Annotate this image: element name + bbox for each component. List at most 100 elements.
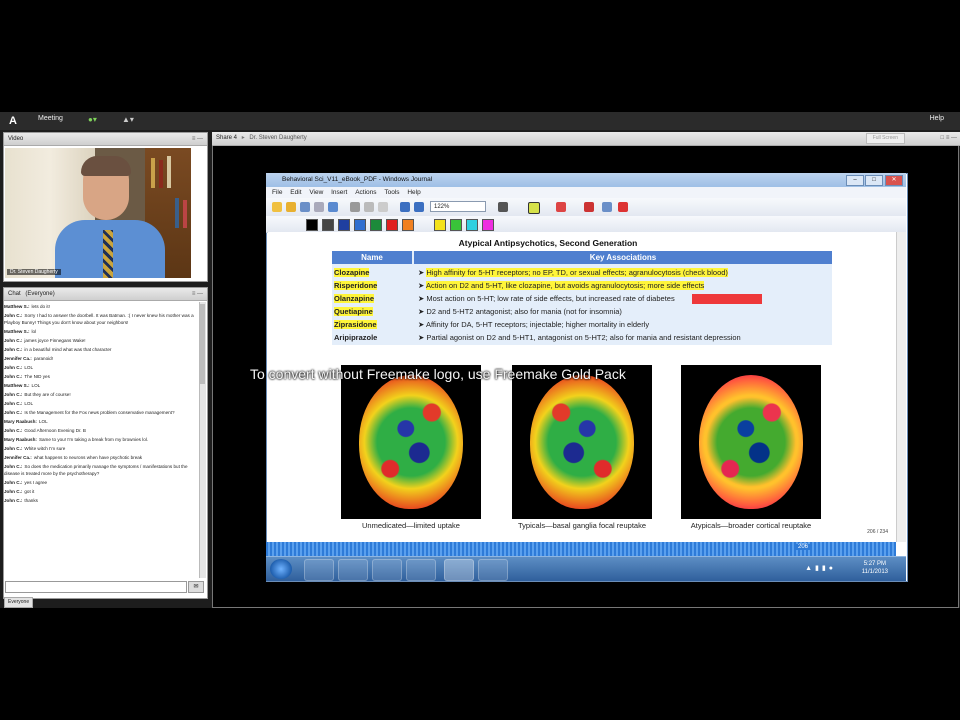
- color-yellow[interactable]: [434, 219, 446, 231]
- chat-author: Mary Raabush:: [4, 419, 37, 424]
- pod-menu-icon[interactable]: ≡ —: [192, 133, 203, 145]
- chat-author: John C.:: [4, 347, 23, 352]
- app-taskbar-icon[interactable]: [478, 559, 508, 581]
- scroller-page-number: 206: [796, 544, 811, 550]
- clock-date: 11/1/2013: [861, 569, 888, 575]
- chat-author: John C.:: [4, 480, 23, 485]
- journal-page-scroller[interactable]: 206: [266, 542, 896, 556]
- pod-menu-icon[interactable]: □ ≡ —: [941, 132, 957, 144]
- redo-icon[interactable]: [414, 202, 424, 212]
- meeting-menu[interactable]: Meeting: [38, 115, 63, 122]
- chat-scrollbar[interactable]: [199, 302, 206, 578]
- connect-menubar: A Meeting ●▾ ▲▾ Help: [0, 112, 960, 131]
- share-pod-title: Share 4: [216, 135, 238, 141]
- menu-help[interactable]: Help: [407, 189, 420, 196]
- red-highlight-stroke: [692, 294, 762, 304]
- drug-associations: Affinity for DA, 5-HT receptors; injecta…: [425, 320, 650, 329]
- chat-tab-everyone[interactable]: Everyone: [4, 597, 34, 608]
- status-icon[interactable]: ▲▾: [122, 115, 134, 124]
- media-player-icon[interactable]: [372, 559, 402, 581]
- minimize-button[interactable]: –: [846, 175, 864, 186]
- share-pod-header: Share 4 ▸ Dr. Steven Daugherty Full Scre…: [212, 132, 960, 146]
- undo-icon[interactable]: [400, 202, 410, 212]
- menu-file[interactable]: File: [272, 189, 282, 196]
- open-icon[interactable]: [286, 202, 296, 212]
- chat-text: got it: [24, 489, 35, 494]
- find-icon[interactable]: [328, 202, 338, 212]
- chat-message: Matthew S.: LOL: [4, 381, 198, 390]
- chat-author: Jennifer Ca.:: [4, 356, 32, 361]
- chat-author: John C.:: [4, 489, 23, 494]
- maximize-button[interactable]: □: [865, 175, 883, 186]
- chat-audience: (Everyone): [25, 291, 55, 297]
- color-navy[interactable]: [338, 219, 350, 231]
- presenter-video: Dr. Steven Daugherty: [5, 148, 191, 278]
- table-row: Ziprasidone ➤ Affinity for DA, 5-HT rece…: [334, 320, 650, 329]
- page-indicator: 206 / 234: [867, 529, 888, 535]
- table-row: Quetiapine ➤ D2 and 5-HT2 antagonist; al…: [334, 307, 622, 316]
- color-magenta[interactable]: [482, 219, 494, 231]
- ie-icon[interactable]: [304, 559, 334, 581]
- windows-taskbar: ▲▮▮● 5:27 PM 11/1/2013: [266, 556, 906, 581]
- taskbar-clock[interactable]: 5:27 PM 11/1/2013: [862, 560, 888, 576]
- video-pod-header: Video ≡ —: [4, 133, 207, 146]
- eraser-icon[interactable]: [556, 202, 566, 212]
- system-tray[interactable]: ▲▮▮●: [805, 564, 836, 572]
- chat-author: John C.:: [4, 401, 23, 406]
- help-menu[interactable]: Help: [930, 115, 944, 122]
- send-message-button[interactable]: ✉: [188, 581, 204, 593]
- journal-toolbar-standard: [266, 198, 906, 217]
- menu-insert[interactable]: Insert: [331, 189, 347, 196]
- color-cyan[interactable]: [466, 219, 478, 231]
- full-screen-button[interactable]: Full Screen: [865, 133, 905, 144]
- color-black[interactable]: [306, 219, 318, 231]
- lasso-icon[interactable]: [584, 202, 594, 212]
- chat-author: John C.:: [4, 410, 23, 415]
- menu-tools[interactable]: Tools: [384, 189, 399, 196]
- chat-author: Matthew S.:: [4, 383, 30, 388]
- zoom-select[interactable]: 122%: [430, 201, 486, 212]
- menu-edit[interactable]: Edit: [290, 189, 301, 196]
- menu-view[interactable]: View: [309, 189, 323, 196]
- chat-message: John C.: in a beautiful mind what was tha…: [4, 345, 198, 354]
- new-note-icon[interactable]: [272, 202, 282, 212]
- highlighter-icon[interactable]: [528, 202, 540, 214]
- color-orange[interactable]: [402, 219, 414, 231]
- microphone-icon[interactable]: ●▾: [88, 115, 97, 124]
- chat-text: paranoid!: [33, 356, 53, 361]
- chat-pod-title: Chat: [8, 291, 21, 297]
- chat-input[interactable]: [5, 581, 187, 593]
- pod-menu-icon[interactable]: ≡ —: [192, 288, 203, 300]
- flag-icon[interactable]: [618, 202, 628, 212]
- chrome-icon[interactable]: [406, 559, 436, 581]
- chat-text: Good Afternoon Evening Dr. B: [24, 428, 86, 433]
- print-icon[interactable]: [314, 202, 324, 212]
- explorer-icon[interactable]: [338, 559, 368, 581]
- chat-scroll-thumb[interactable]: [200, 304, 205, 384]
- color-blue[interactable]: [354, 219, 366, 231]
- color-green[interactable]: [370, 219, 382, 231]
- presenter-name-label: Dr. Steven Daugherty: [7, 269, 61, 275]
- color-darkgray[interactable]: [322, 219, 334, 231]
- color-lime[interactable]: [450, 219, 462, 231]
- chat-message: John C.: The NID yes: [4, 372, 198, 381]
- chat-author: John C.:: [4, 338, 23, 343]
- color-red[interactable]: [386, 219, 398, 231]
- chat-author: John C.:: [4, 392, 23, 397]
- clock-time: 5:27 PM: [863, 561, 887, 567]
- close-button[interactable]: ✕: [885, 175, 903, 186]
- menu-actions[interactable]: Actions: [355, 189, 376, 196]
- chat-message: John C.: Good Afternoon Evening Dr. B: [4, 426, 198, 435]
- caption-atypicals: Atypicals—broader cortical reuptake: [690, 521, 812, 530]
- save-icon[interactable]: [300, 202, 310, 212]
- paste-icon[interactable]: [378, 202, 388, 212]
- video-pod-title: Video: [8, 136, 24, 142]
- journal-taskbar-icon[interactable]: [444, 559, 474, 581]
- pen-icon[interactable]: [498, 202, 508, 212]
- start-button[interactable]: [270, 559, 292, 579]
- insert-space-icon[interactable]: [602, 202, 612, 212]
- chat-author: Jennifer Ca.:: [4, 455, 32, 460]
- cut-icon[interactable]: [350, 202, 360, 212]
- journal-vertical-scrollbar[interactable]: [896, 232, 906, 542]
- copy-icon[interactable]: [364, 202, 374, 212]
